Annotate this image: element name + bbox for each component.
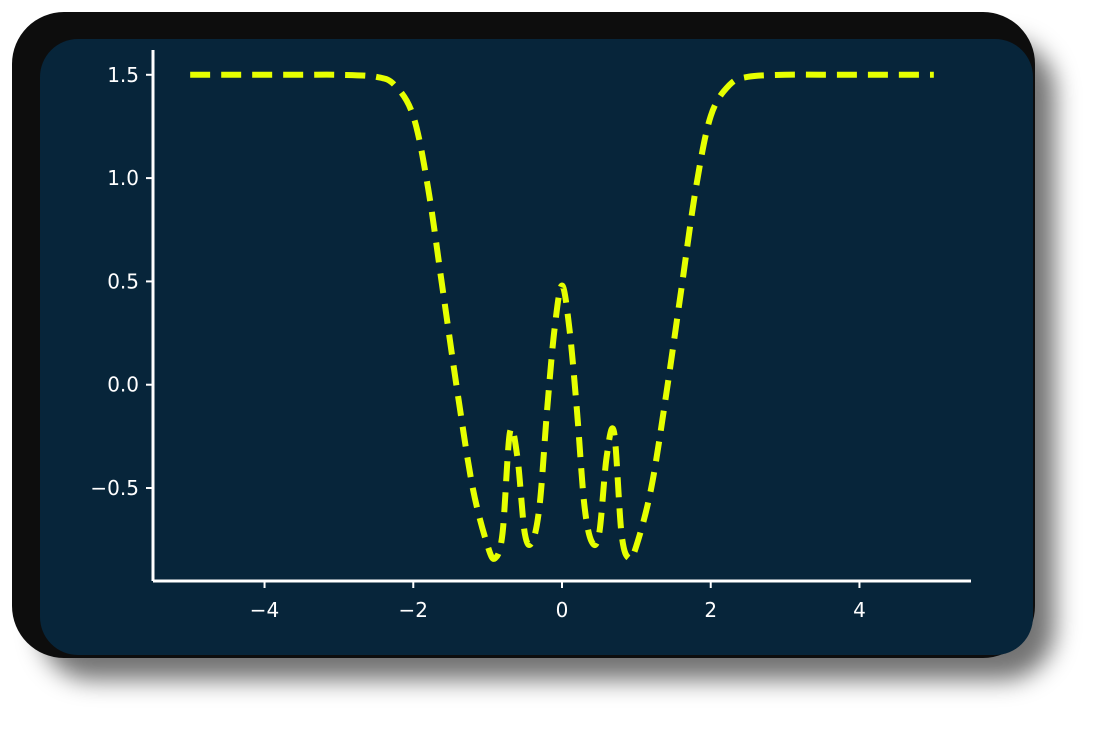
y-tick-label: 1.0 [107,166,139,190]
x-tick-label: 0 [556,598,569,622]
y-tick-label: 0.5 [107,269,139,293]
y-tick-label: 1.5 [107,63,139,87]
x-axis: −4 −2 0 2 4 [153,579,971,622]
y-axis: −0.5 0.0 0.5 1.0 1.5 [90,50,155,581]
line-chart: −0.5 0.0 0.5 1.0 1.5 −4 −2 0 2 4 [90,50,971,622]
x-tick-label: 2 [704,598,717,622]
series-layer [190,71,934,562]
y-tick-label: 0.0 [107,373,139,397]
y-tick-label: −0.5 [90,476,139,500]
x-tick-label: −4 [250,598,279,622]
series-line-0 [190,71,934,562]
x-tick-label: −2 [399,598,428,622]
x-tick-label: 4 [853,598,866,622]
